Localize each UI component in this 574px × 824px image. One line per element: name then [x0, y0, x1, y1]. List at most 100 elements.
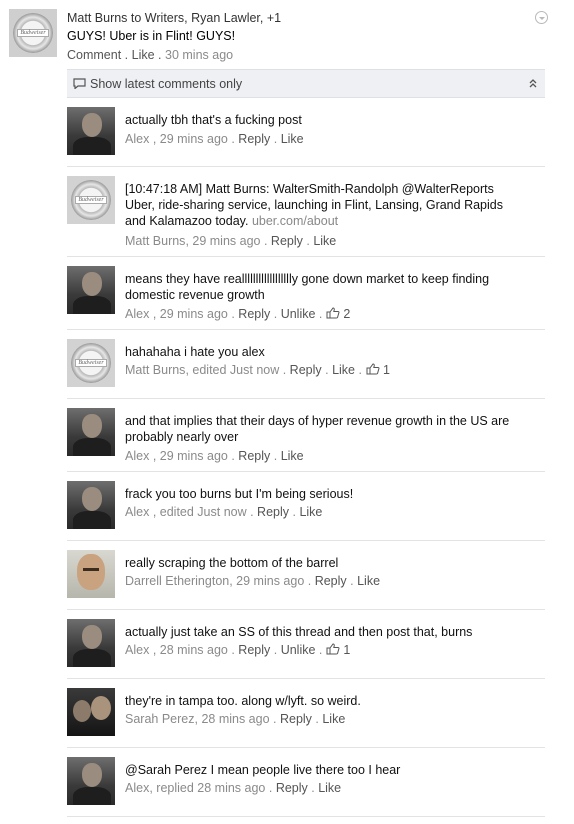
reply-link[interactable]: Reply: [315, 574, 347, 588]
commenter-avatar[interactable]: [67, 266, 115, 314]
commenter-avatar[interactable]: [67, 408, 115, 456]
reply-link[interactable]: Reply: [276, 781, 308, 795]
bottle-cap-image: Budweiser: [13, 13, 53, 53]
reply-link[interactable]: Reply: [238, 449, 270, 463]
comment-item: @Sarah Perez I mean people live there to…: [67, 748, 545, 817]
comment-item: actually tbh that's a fucking post Alex ,…: [67, 98, 545, 167]
thumbs-up-icon: [366, 363, 380, 375]
chevron-down-icon[interactable]: [535, 11, 548, 24]
comment-author[interactable]: Alex: [125, 449, 149, 463]
comment-text-block: and that implies that their days of hype…: [125, 413, 525, 445]
comment-text: frack you too burns but I'm being seriou…: [125, 487, 354, 501]
post-text: GUYS! Uber is in Flint! GUYS!: [67, 29, 236, 43]
post-header: Matt Burns to Writers, Ryan Lawler, +1: [67, 11, 282, 25]
cap-logo-text: Budweiser: [75, 359, 107, 367]
like-toggle-link[interactable]: Like: [299, 505, 322, 519]
comment-meta: Alex , edited Just now . Reply . Like: [125, 505, 323, 519]
comment-time: 29 mins ago: [159, 132, 228, 146]
reply-link[interactable]: Reply: [271, 234, 303, 248]
like-count[interactable]: 1: [343, 643, 350, 657]
show-latest-comments-bar[interactable]: Show latest comments only: [67, 69, 545, 98]
comment-author[interactable]: Alex: [125, 781, 149, 795]
comment-item: Budweiser hahahaha i hate you alex Matt Bu…: [67, 330, 545, 399]
comment-item: and that implies that their days of hype…: [67, 399, 545, 472]
reply-link[interactable]: Reply: [238, 307, 270, 321]
author-avatar[interactable]: Budweiser: [9, 9, 57, 57]
post-meta: Comment . Like . 30 mins ago: [67, 48, 234, 62]
like-toggle-link[interactable]: Like: [281, 449, 304, 463]
reply-link[interactable]: Reply: [238, 643, 270, 657]
commenter-avatar[interactable]: [67, 107, 115, 155]
reply-link[interactable]: Reply: [280, 712, 312, 726]
speech-bubble-icon: [73, 78, 86, 89]
comment-text-block: @Sarah Perez I mean people live there to…: [125, 762, 525, 778]
comment-meta: Alex , 28 mins ago . Reply . Unlike .1: [125, 643, 351, 657]
comment-time: 29 mins ago: [159, 449, 228, 463]
comment-time: edited Just now: [192, 363, 280, 377]
comment-text-block: actually tbh that's a fucking post: [125, 112, 525, 128]
comment-meta: Darrell Etherington, 29 mins ago . Reply…: [125, 574, 381, 588]
comment-meta: Alex , 29 mins ago . Reply . Unlike .2: [125, 307, 351, 321]
thumbs-up-icon: [326, 643, 340, 655]
comment-author[interactable]: Alex: [125, 132, 149, 146]
comment-text: and that implies that their days of hype…: [125, 414, 510, 444]
comment-text: @Sarah Perez I mean people live there to…: [125, 763, 401, 777]
comment-author[interactable]: Matt Burns: [125, 363, 185, 377]
comment-text-block: they're in tampa too. along w/lyft. so w…: [125, 693, 525, 709]
comment-item: Budweiser [10:47:18 AM] Matt Burns: Walte…: [67, 167, 545, 257]
comment-link[interactable]: Comment: [67, 48, 121, 62]
comment-author[interactable]: Alex: [125, 643, 149, 657]
cap-logo-text: Budweiser: [75, 196, 107, 204]
comment-meta: Alex , 29 mins ago . Reply . Like: [125, 449, 304, 463]
like-toggle-link[interactable]: Unlike: [281, 643, 316, 657]
commenter-avatar[interactable]: [67, 619, 115, 667]
commenter-avatar[interactable]: [67, 757, 115, 805]
commenter-avatar[interactable]: [67, 550, 115, 598]
like-toggle-link[interactable]: Like: [313, 234, 336, 248]
like-toggle-link[interactable]: Like: [332, 363, 355, 377]
like-toggle-link[interactable]: Like: [357, 574, 380, 588]
comment-text: actually tbh that's a fucking post: [125, 113, 302, 127]
like-toggle-link[interactable]: Unlike: [281, 307, 316, 321]
comment-time: replied 28 mins ago: [156, 781, 266, 795]
comment-meta: Matt Burns, 29 mins ago . Reply . Like: [125, 234, 337, 248]
comment-time: 28 mins ago: [159, 643, 228, 657]
commenter-avatar[interactable]: Budweiser: [67, 339, 115, 387]
commenter-avatar[interactable]: [67, 688, 115, 736]
comment-author[interactable]: Sarah Perez: [125, 712, 194, 726]
comment-meta: Alex , 29 mins ago . Reply . Like: [125, 132, 304, 146]
commenter-avatar[interactable]: [67, 481, 115, 529]
reply-link[interactable]: Reply: [238, 132, 270, 146]
comment-item: they're in tampa too. along w/lyft. so w…: [67, 679, 545, 748]
like-link[interactable]: Like: [132, 48, 155, 62]
comment-text-block: hahahaha i hate you alex: [125, 344, 525, 360]
comment-author[interactable]: Matt Burns: [125, 234, 185, 248]
comment-text-block: means they have realllllllllllllllllly g…: [125, 271, 525, 303]
comment-meta: Alex, replied 28 mins ago . Reply . Like: [125, 781, 342, 795]
comment-time: 29 mins ago: [236, 574, 305, 588]
comment-meta: Sarah Perez, 28 mins ago . Reply . Like: [125, 712, 346, 726]
comment-time: edited Just now: [159, 505, 247, 519]
chevron-up-double-icon[interactable]: [529, 79, 537, 88]
like-toggle-link[interactable]: Like: [322, 712, 345, 726]
like-count[interactable]: 2: [343, 307, 350, 321]
comment-author[interactable]: Darrell Etherington: [125, 574, 229, 588]
commenter-avatar[interactable]: Budweiser: [67, 176, 115, 224]
reply-link[interactable]: Reply: [290, 363, 322, 377]
comment-item: frack you too burns but I'm being seriou…: [67, 472, 545, 541]
comment-text: means they have realllllllllllllllllly g…: [125, 272, 490, 302]
comment-author[interactable]: Alex: [125, 505, 149, 519]
like-toggle-link[interactable]: Like: [318, 781, 341, 795]
bottle-cap-image: Budweiser: [71, 343, 111, 383]
reply-link[interactable]: Reply: [257, 505, 289, 519]
comment-text-block: [10:47:18 AM] Matt Burns: WalterSmith-Ra…: [125, 181, 525, 229]
bottle-cap-image: Budweiser: [71, 180, 111, 220]
comment-meta: Matt Burns, edited Just now . Reply . Li…: [125, 363, 390, 377]
like-count[interactable]: 1: [383, 363, 390, 377]
comment-text: actually just take an SS of this thread …: [125, 625, 473, 639]
like-toggle-link[interactable]: Like: [281, 132, 304, 146]
comment-text: hahahaha i hate you alex: [125, 345, 265, 359]
comment-link-url[interactable]: uber.com/about: [252, 214, 338, 228]
comment-author[interactable]: Alex: [125, 307, 149, 321]
comment-text-block: frack you too burns but I'm being seriou…: [125, 486, 525, 502]
